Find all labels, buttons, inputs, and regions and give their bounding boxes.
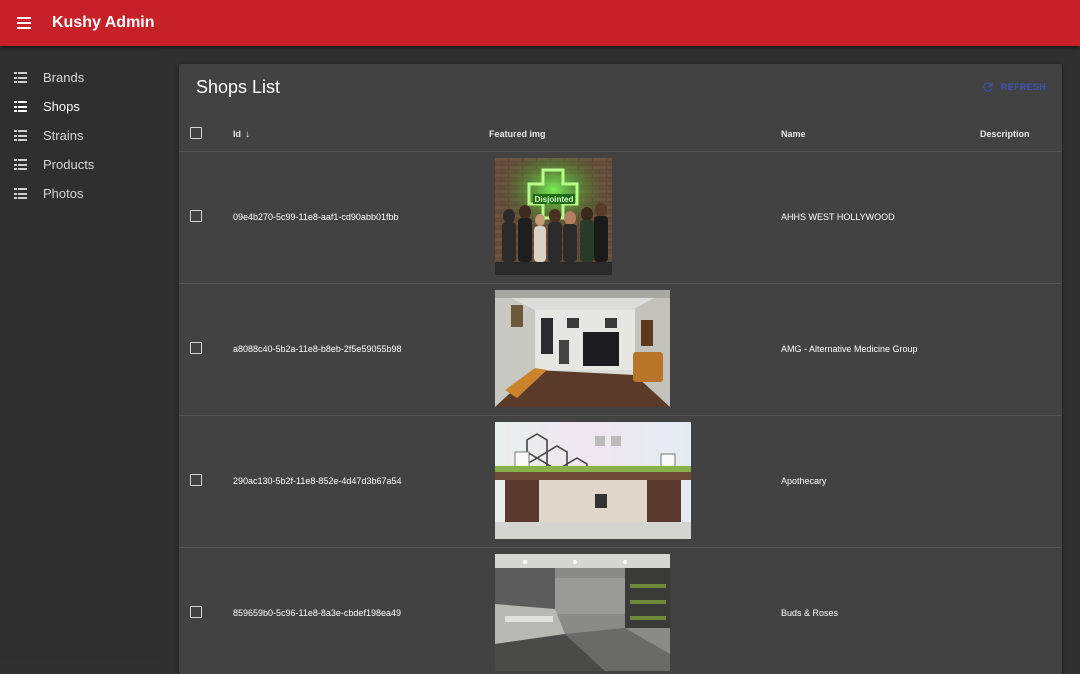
- app-bar: Kushy Admin: [0, 0, 1080, 46]
- refresh-label: REFRESH: [1000, 82, 1046, 92]
- row-checkbox[interactable]: [190, 606, 202, 618]
- shop-id: 09e4b270-5c99-11e8-aaf1-cd90abb01fbb: [233, 212, 399, 222]
- shop-name: AHHS WEST HOLLYWOOD: [781, 212, 895, 222]
- column-header-description[interactable]: Description: [980, 129, 1030, 139]
- list-icon: [14, 130, 27, 141]
- shops-list-card: Shops List REFRESH Id ↓ Featured img Name…: [179, 64, 1062, 674]
- menu-icon[interactable]: [17, 13, 37, 33]
- row-checkbox[interactable]: [190, 342, 202, 354]
- list-icon: [14, 72, 27, 83]
- table-row[interactable]: 290ac130-5b2f-11e8-852e-4d47d3b67a54 Apo…: [179, 416, 1062, 548]
- table-header: Id ↓ Featured img Name Description: [179, 116, 1062, 152]
- featured-image: [495, 422, 691, 539]
- table-row[interactable]: 859659b0-5c96-11e8-8a3e-cbdef198ea49 Bud…: [179, 548, 1062, 674]
- sidebar-item-label: Products: [43, 157, 95, 172]
- shop-name: Buds & Roses: [781, 608, 839, 618]
- list-icon: [14, 188, 27, 199]
- sidebar-item-label: Strains: [43, 128, 84, 143]
- shop-id: 859659b0-5c96-11e8-8a3e-cbdef198ea49: [233, 608, 401, 618]
- app-title: Kushy Admin: [52, 14, 155, 31]
- sidebar-item-photos[interactable]: Photos: [0, 179, 160, 208]
- page-title: Shops List: [196, 77, 281, 97]
- list-icon: [14, 101, 27, 112]
- column-header-id[interactable]: Id ↓: [233, 129, 250, 140]
- refresh-icon: [983, 82, 993, 92]
- select-all-checkbox[interactable]: [190, 127, 202, 139]
- sidebar-item-label: Brands: [43, 70, 85, 85]
- sidebar-item-brands[interactable]: Brands: [0, 63, 160, 92]
- column-header-featured-img: Featured img: [489, 129, 546, 139]
- row-checkbox[interactable]: [190, 210, 202, 222]
- sidebar: Brands Shops Strains Products Photos: [0, 46, 160, 660]
- row-checkbox[interactable]: [190, 474, 202, 486]
- featured-image: [495, 554, 670, 671]
- column-header-name[interactable]: Name: [781, 129, 806, 139]
- svg-text:Disjointed: Disjointed: [535, 195, 574, 204]
- featured-image: Disjointed: [495, 158, 612, 275]
- table-row[interactable]: a8088c40-5b2a-11e8-b8eb-2f5e59055b98 AMG…: [179, 284, 1062, 416]
- sort-arrow-down-icon: ↓: [245, 129, 250, 140]
- sidebar-item-products[interactable]: Products: [0, 150, 160, 179]
- featured-image: [495, 290, 670, 407]
- sidebar-item-label: Photos: [43, 186, 84, 201]
- shop-name: AMG - Alternative Medicine Group: [781, 344, 918, 354]
- shop-id: a8088c40-5b2a-11e8-b8eb-2f5e59055b98: [233, 344, 402, 354]
- refresh-button[interactable]: REFRESH: [981, 80, 1046, 94]
- list-icon: [14, 159, 27, 170]
- sidebar-item-strains[interactable]: Strains: [0, 121, 160, 150]
- table-row[interactable]: 09e4b270-5c99-11e8-aaf1-cd90abb01fbb Dis…: [179, 152, 1062, 284]
- shop-id: 290ac130-5b2f-11e8-852e-4d47d3b67a54: [233, 476, 402, 486]
- sidebar-item-shops[interactable]: Shops: [0, 92, 160, 121]
- sidebar-item-label: Shops: [43, 99, 80, 114]
- shop-name: Apothecary: [781, 476, 827, 486]
